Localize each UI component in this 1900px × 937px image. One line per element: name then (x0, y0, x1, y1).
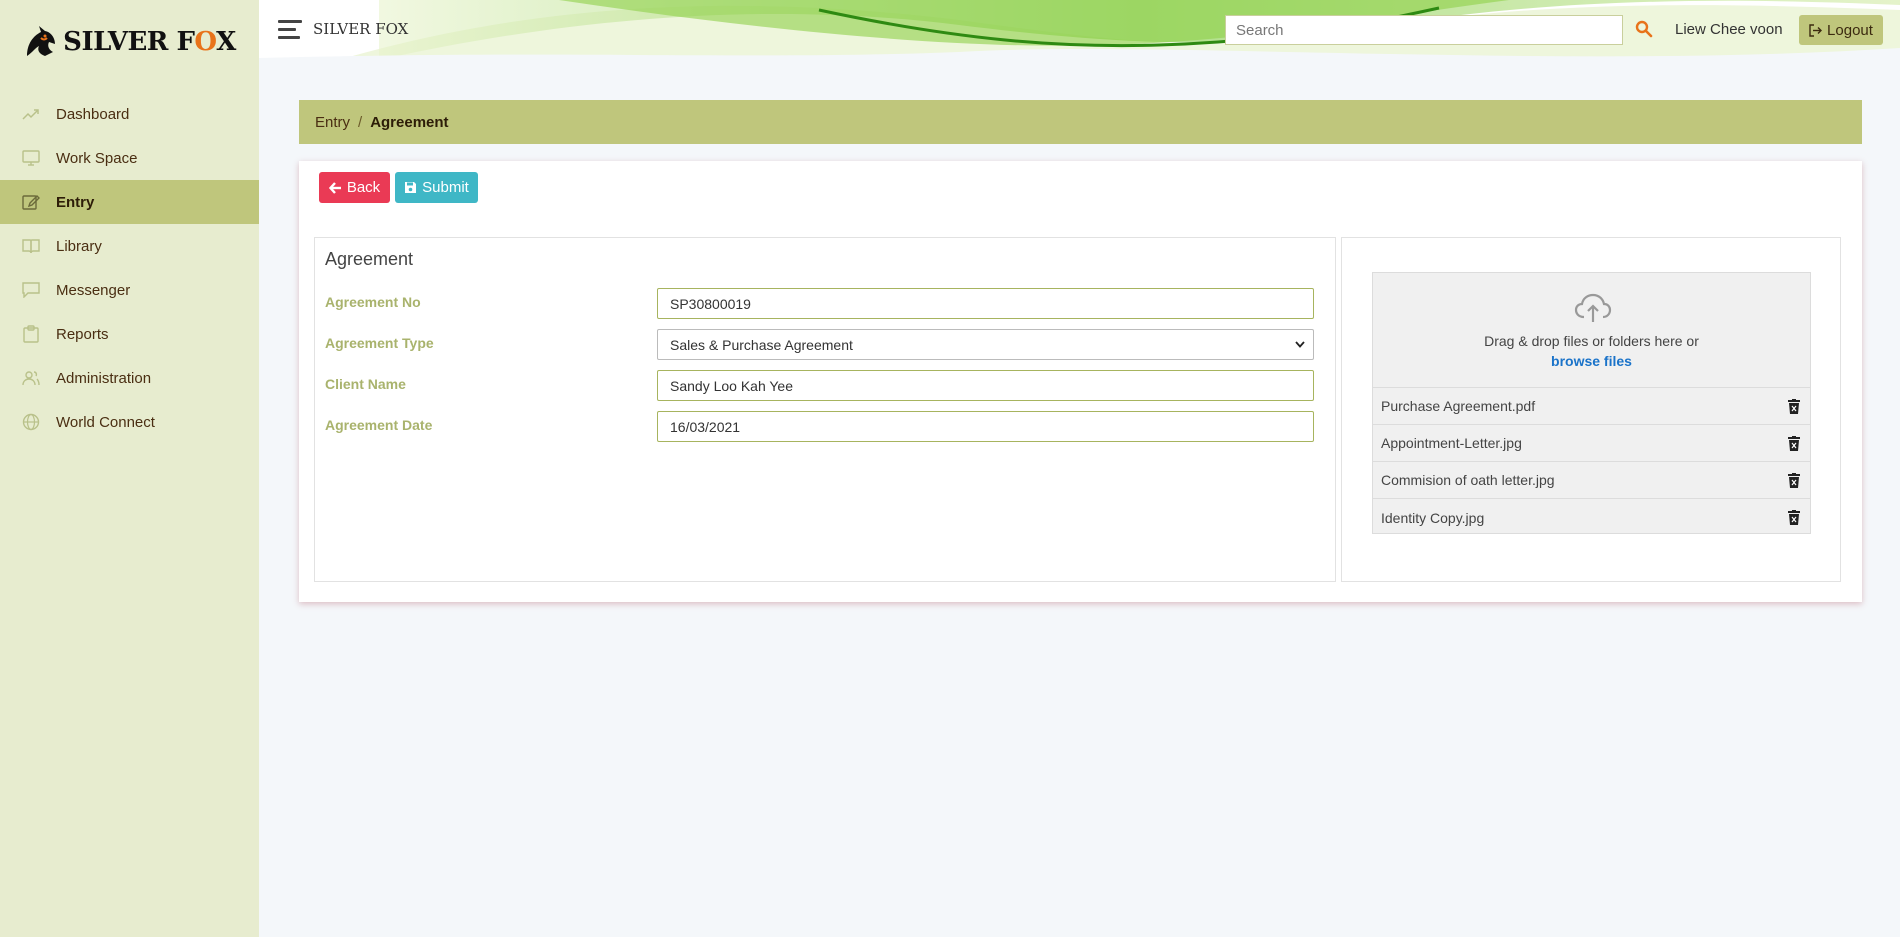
agreement-date-value: 16/03/2021 (670, 418, 741, 435)
agreement-no-value: SP30800019 (670, 295, 751, 312)
submit-label: Submit (422, 179, 469, 196)
globe-icon (22, 413, 40, 431)
sidebar-item-administration[interactable]: Administration (0, 356, 259, 400)
client-name-value: Sandy Loo Kah Yee (670, 377, 794, 394)
search-icon[interactable] (1635, 20, 1653, 38)
back-button[interactable]: Back (319, 172, 390, 203)
fox-logo-icon (27, 26, 56, 56)
file-name: Purchase Agreement.pdf (1381, 398, 1536, 414)
user-name[interactable]: Liew Chee voon (1675, 21, 1783, 38)
arrow-left-icon (328, 181, 341, 194)
monitor-icon (22, 149, 40, 167)
file-item: Commision of oath letter.jpg (1373, 462, 1810, 499)
logo-text: SILVER FOX (63, 27, 236, 57)
top-bar: SILVER FOX Liew Chee voon Logout (259, 0, 1900, 60)
file-name: Commision of oath letter.jpg (1381, 472, 1555, 488)
book-icon (22, 237, 40, 255)
logout-icon (1809, 23, 1823, 37)
save-icon (405, 182, 417, 193)
logout-label: Logout (1827, 21, 1873, 39)
dropzone[interactable]: Drag & drop files or folders here or bro… (1373, 273, 1810, 388)
edit-icon (22, 193, 40, 211)
browse-files-link[interactable]: browse files (1373, 353, 1810, 369)
agreement-no-field[interactable]: SP30800019 (657, 288, 1314, 319)
chevron-down-icon (1295, 341, 1305, 348)
clipboard-icon (22, 325, 40, 343)
file-item: Identity Copy.jpg (1373, 499, 1810, 536)
sidebar-item-label: Administration (56, 369, 152, 387)
form-title: Agreement (325, 249, 414, 269)
sidebar-nav: Dashboard Work Space Entry Library Messe… (0, 92, 259, 444)
agreement-date-field[interactable]: 16/03/2021 (657, 411, 1314, 442)
submit-button[interactable]: Submit (395, 172, 478, 203)
agreement-type-label: Agreement Type (325, 335, 434, 351)
file-name: Appointment-Letter.jpg (1381, 435, 1522, 451)
sidebar-item-dashboard[interactable]: Dashboard (0, 92, 259, 136)
trash-icon[interactable] (1788, 472, 1800, 488)
back-label: Back (346, 179, 381, 196)
sidebar-item-label: Dashboard (56, 105, 130, 123)
chat-icon (22, 281, 40, 299)
sidebar-item-label: Messenger (56, 281, 131, 299)
sidebar-item-library[interactable]: Library (0, 224, 259, 268)
agreement-type-select[interactable]: Sales & Purchase Agreement (657, 329, 1314, 360)
file-name: Identity Copy.jpg (1381, 509, 1485, 526)
logo[interactable]: SILVER FOX (0, 0, 259, 84)
agreement-card: Back Submit Agreement Agreement No SP308… (299, 161, 1862, 602)
sidebar-item-label: Work Space (56, 149, 138, 167)
breadcrumb-entry-link[interactable]: Entry (315, 114, 350, 131)
agreement-form-panel: Agreement Agreement No SP30800019 Agreem… (314, 237, 1336, 582)
agreement-date-label: Agreement Date (325, 417, 433, 433)
sidebar: SILVER FOX Dashboard Work Space Entry Li… (0, 0, 259, 937)
users-icon (22, 369, 40, 387)
trash-icon[interactable] (1788, 510, 1800, 525)
breadcrumb: Entry / Agreement (299, 100, 1862, 144)
trend-icon (22, 105, 40, 123)
cloud-upload-icon (1574, 293, 1612, 322)
menu-toggle-icon[interactable] (278, 20, 302, 40)
file-item: Purchase Agreement.pdf (1373, 388, 1810, 425)
sidebar-item-label: Entry (56, 193, 95, 211)
attachments-panel: Drag & drop files or folders here or bro… (1341, 237, 1841, 582)
sidebar-item-entry[interactable]: Entry (0, 180, 259, 224)
drop-instructions: Drag & drop files or folders here or (1484, 333, 1699, 349)
sidebar-item-world-connect[interactable]: World Connect (0, 400, 259, 444)
client-name-field[interactable]: Sandy Loo Kah Yee (657, 370, 1314, 401)
breadcrumb-separator: / (358, 113, 363, 131)
header-wave-decoration (259, 0, 1900, 60)
breadcrumb-current: Agreement (370, 113, 449, 131)
sidebar-item-workspace[interactable]: Work Space (0, 136, 259, 180)
agreement-type-value: Sales & Purchase Agreement (670, 336, 853, 353)
sidebar-item-label: World Connect (56, 413, 155, 431)
file-item: Appointment-Letter.jpg (1373, 425, 1810, 462)
search-input[interactable] (1225, 15, 1623, 45)
trash-icon[interactable] (1788, 435, 1800, 451)
client-name-label: Client Name (325, 376, 406, 392)
sidebar-item-reports[interactable]: Reports (0, 312, 259, 356)
sidebar-item-label: Reports (56, 325, 109, 343)
trash-icon[interactable] (1788, 398, 1800, 414)
file-uploader: Drag & drop files or folders here or bro… (1372, 272, 1811, 534)
logout-button[interactable]: Logout (1799, 15, 1883, 45)
app-title: SILVER FOX (313, 20, 409, 38)
agreement-no-label: Agreement No (325, 294, 421, 310)
sidebar-item-label: Library (56, 237, 102, 255)
sidebar-item-messenger[interactable]: Messenger (0, 268, 259, 312)
